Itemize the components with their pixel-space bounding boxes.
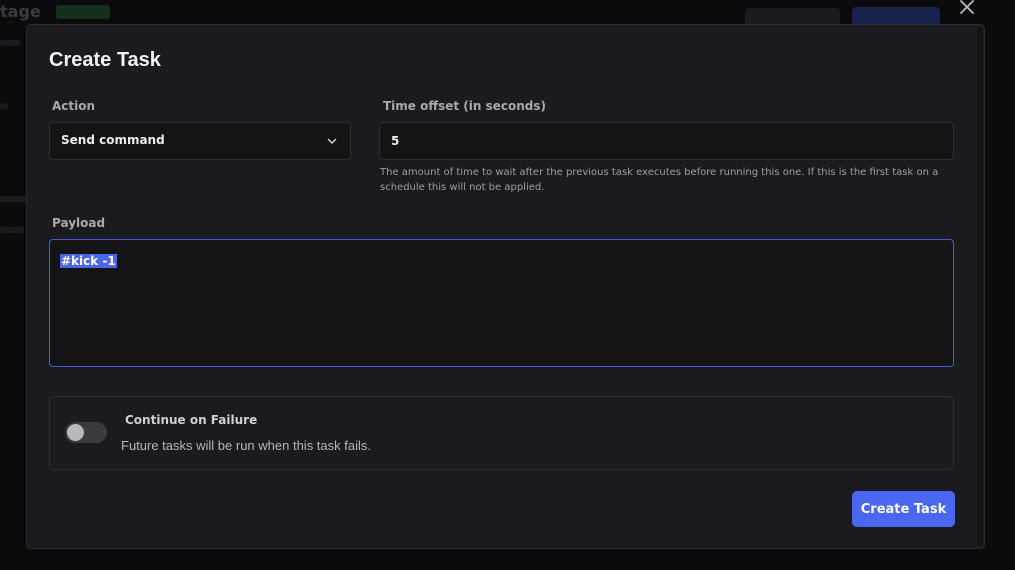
continue-on-failure-description: Future tasks will be run when this task … — [121, 438, 371, 453]
close-icon[interactable] — [956, 0, 978, 18]
continue-on-failure-title: Continue on Failure — [125, 413, 258, 427]
time-offset-label: Time offset (in seconds) — [383, 99, 546, 113]
action-label: Action — [52, 99, 96, 113]
time-offset-input[interactable]: 5 — [379, 122, 954, 160]
continue-on-failure-toggle[interactable] — [65, 422, 107, 443]
action-select-value: Send command — [61, 133, 165, 147]
action-select[interactable]: Send command — [49, 122, 351, 160]
background-sidebar-item — [0, 227, 24, 233]
background-status-badge — [56, 5, 110, 19]
modal-scrollbar[interactable] — [977, 27, 983, 546]
toggle-knob — [67, 424, 84, 441]
chevron-down-icon — [327, 138, 337, 144]
payload-label: Payload — [52, 216, 106, 230]
create-task-button[interactable]: Create Task — [852, 491, 955, 527]
modal-title: Create Task — [49, 49, 161, 71]
create-task-modal: Create Task Action Send command Time off… — [26, 24, 985, 549]
payload-selected-text: #kick -1 — [60, 254, 117, 268]
time-offset-help-text: The amount of time to wait after the pre… — [380, 167, 939, 193]
background-sidebar-item — [0, 103, 8, 109]
payload-textarea[interactable]: #kick -1 — [49, 239, 954, 367]
background-app-title: tage — [0, 2, 41, 21]
background-sidebar-item — [0, 40, 20, 46]
continue-on-failure-card: Continue on Failure Future tasks will be… — [49, 396, 954, 470]
